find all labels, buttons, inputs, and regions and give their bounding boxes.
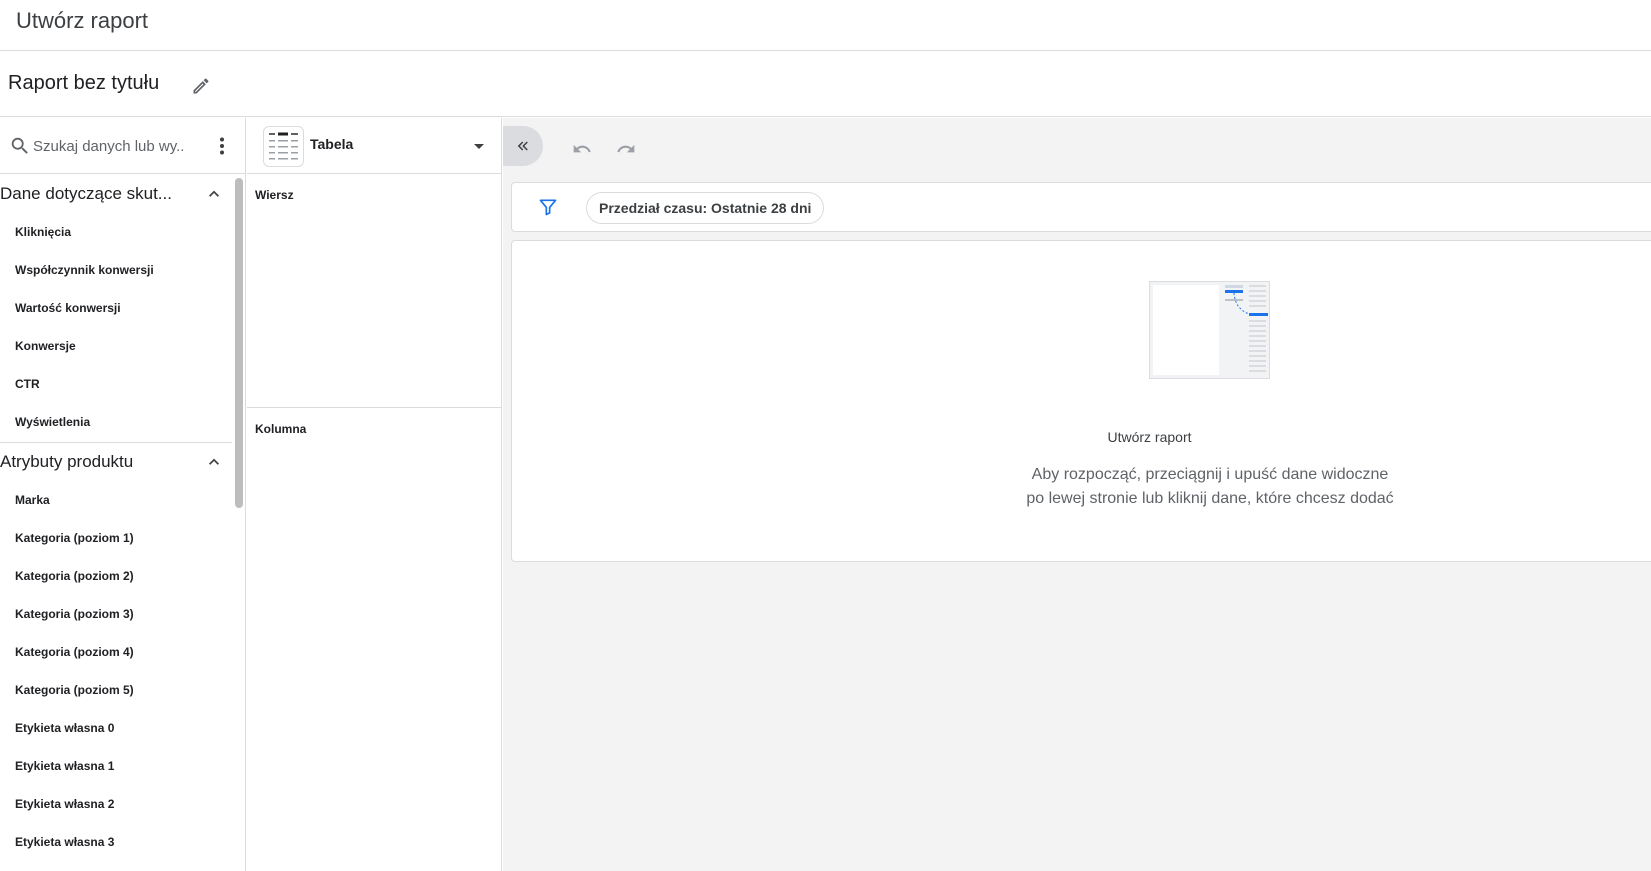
- field-item-brand[interactable]: Marka: [0, 481, 232, 519]
- report-empty-card: Utwórz raport Aby rozpocząć, przeciągnij…: [511, 240, 1651, 562]
- data-fields-panel: Dane dotyczące skut... Kliknięcia Współc…: [0, 118, 246, 871]
- date-range-chip[interactable]: Przedział czasu: Ostatnie 28 dni: [586, 192, 825, 224]
- report-config-panel: Tabela Wiersz Kolumna: [247, 118, 502, 871]
- field-item-impressions[interactable]: Wyświetlenia: [0, 403, 232, 441]
- field-item-category-l5[interactable]: Kategoria (poziom 5): [0, 671, 232, 709]
- more-options-button[interactable]: [210, 132, 234, 160]
- top-app-bar: Utwórz raport: [0, 0, 1651, 51]
- redo-button[interactable]: [613, 136, 639, 162]
- report-title-bar: Raport bez tytułu: [0, 51, 1651, 117]
- field-item-clicks[interactable]: Kliknięcia: [0, 213, 232, 251]
- fields-scrollbar[interactable]: [235, 178, 243, 508]
- report-title[interactable]: Raport bez tytułu: [8, 72, 159, 95]
- chevron-up-icon: [209, 190, 219, 197]
- visualization-select[interactable]: Tabela: [247, 118, 501, 174]
- table-viz-icon: [263, 126, 304, 167]
- field-item-conversions[interactable]: Konwersje: [0, 327, 232, 365]
- filter-icon[interactable]: [538, 197, 558, 217]
- report-canvas: Przedział czasu: Ostatnie 28 dni Utwórz …: [503, 118, 1651, 871]
- field-item-category-l4[interactable]: Kategoria (poziom 4): [0, 633, 232, 671]
- chevron-up-icon: [209, 458, 219, 465]
- undo-button[interactable]: [569, 136, 595, 162]
- field-item-custom-label-0[interactable]: Etykieta własna 0: [0, 709, 232, 747]
- empty-report-illustration: [1149, 281, 1270, 379]
- fields-list: Dane dotyczące skut... Kliknięcia Współc…: [0, 175, 232, 871]
- double-chevron-left-icon: [517, 141, 528, 151]
- field-item-custom-label-2[interactable]: Etykieta własna 2: [0, 785, 232, 823]
- row-zone-label: Wiersz: [255, 188, 294, 202]
- pencil-icon: [193, 78, 209, 94]
- edit-title-button[interactable]: [186, 71, 216, 101]
- redo-icon: [617, 144, 635, 153]
- column-drop-zone[interactable]: Kolumna: [247, 409, 501, 871]
- group-title: Atrybuty produktu: [0, 452, 134, 471]
- field-item-category-l2[interactable]: Kategoria (poziom 2): [0, 557, 232, 595]
- group-header-product-attributes[interactable]: Atrybuty produktu: [0, 443, 232, 481]
- undo-icon: [573, 144, 591, 153]
- group-title: Dane dotyczące skut...: [0, 184, 172, 203]
- empty-state-title: Utwórz raport: [1107, 429, 1192, 445]
- search-icon: [11, 137, 28, 154]
- field-item-custom-label-1[interactable]: Etykieta własna 1: [0, 747, 232, 785]
- collapse-panels-button[interactable]: [503, 126, 543, 166]
- field-item-category-l1[interactable]: Kategoria (poziom 1): [0, 519, 232, 557]
- empty-state-text: Aby rozpocząć, przeciągnij i upuść dane …: [1026, 466, 1394, 507]
- visualization-label: Tabela: [310, 136, 354, 152]
- field-item-conversion-value[interactable]: Wartość konwersji: [0, 289, 232, 327]
- field-item-conversion-rate[interactable]: Współczynnik konwersji: [0, 251, 232, 289]
- filter-bar: Przedział czasu: Ostatnie 28 dni: [511, 182, 1651, 232]
- field-item-custom-label-3[interactable]: Etykieta własna 3: [0, 823, 232, 861]
- field-item-category-l3[interactable]: Kategoria (poziom 3): [0, 595, 232, 633]
- search-row: [0, 118, 246, 174]
- app-title: Utwórz raport: [16, 8, 149, 33]
- row-drop-zone[interactable]: Wiersz: [247, 175, 501, 408]
- caret-down-icon: [474, 144, 484, 149]
- search-input[interactable]: [33, 132, 183, 160]
- group-header-performance[interactable]: Dane dotyczące skut...: [0, 175, 232, 213]
- column-zone-label: Kolumna: [255, 422, 307, 436]
- more-vert-icon: [220, 137, 224, 155]
- field-item-ctr[interactable]: CTR: [0, 365, 232, 403]
